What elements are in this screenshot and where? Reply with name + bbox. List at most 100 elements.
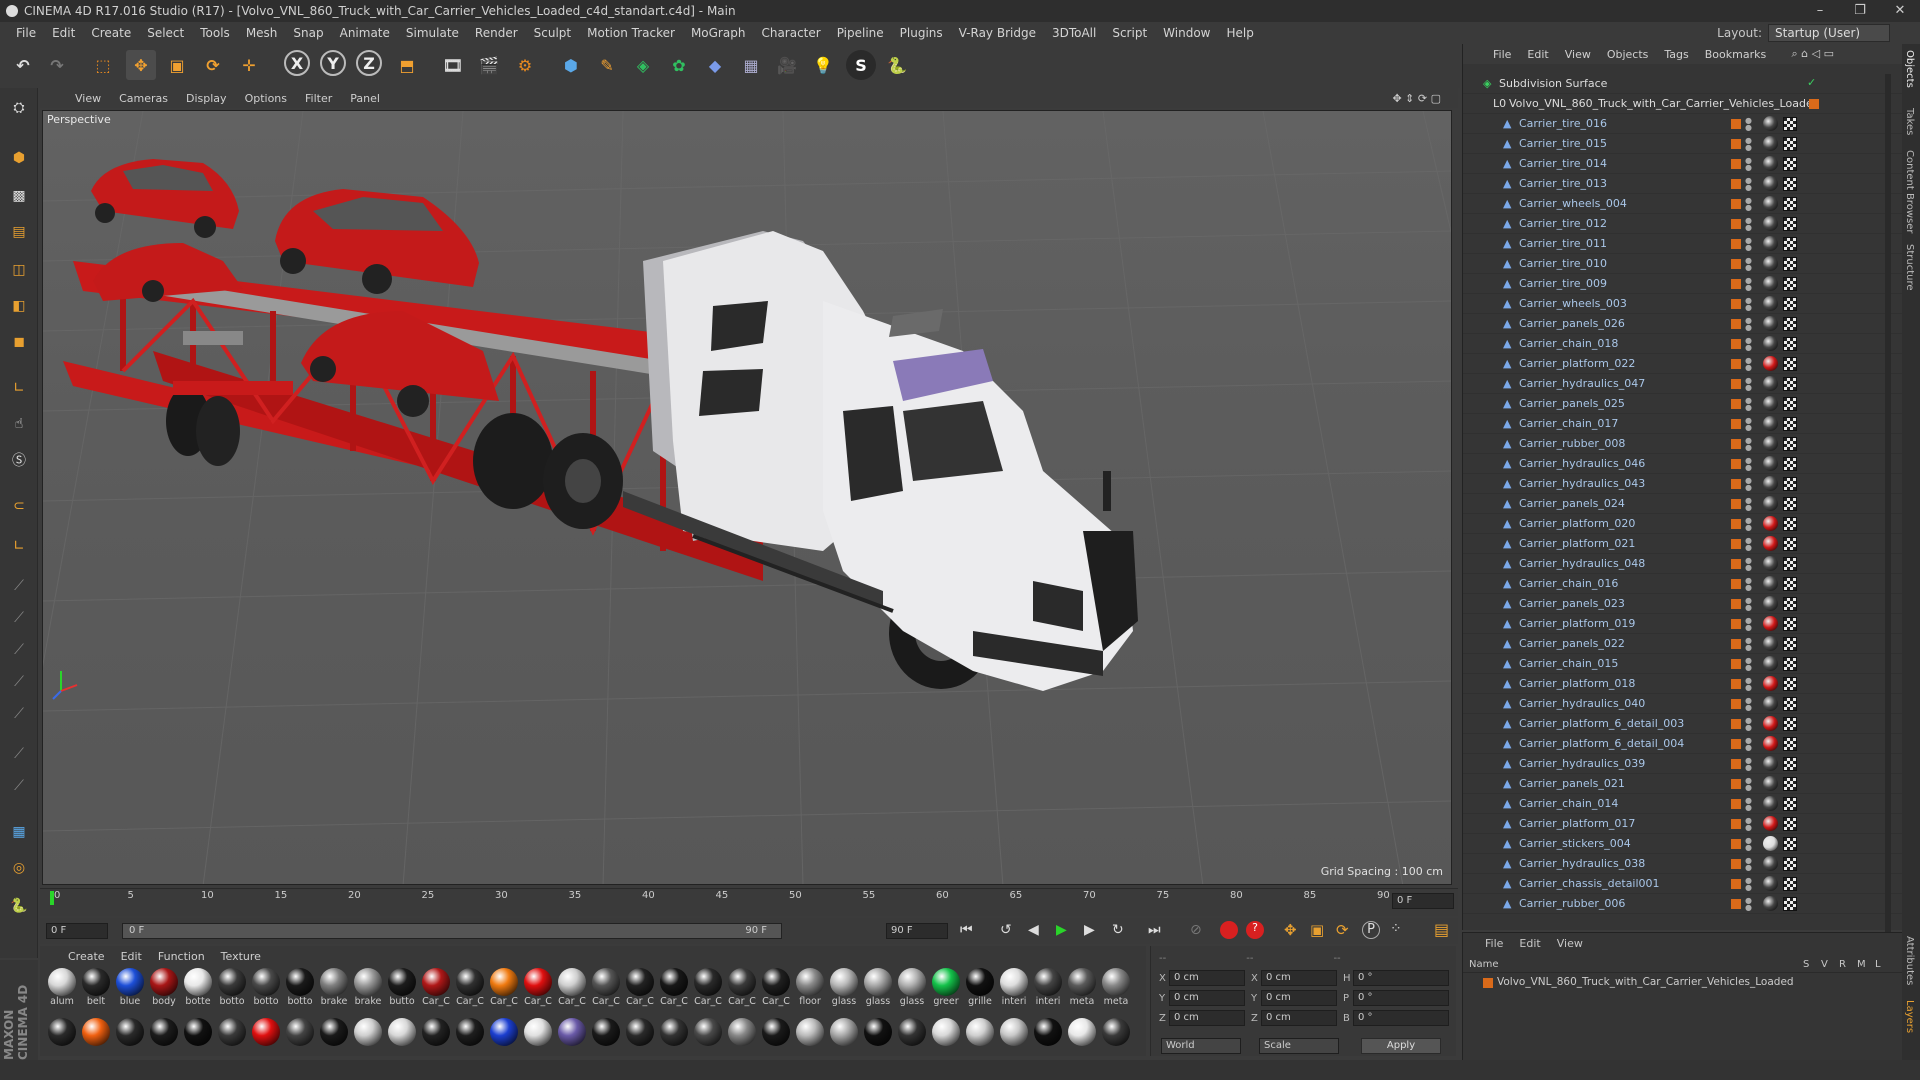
material-swatch[interactable] — [1032, 1018, 1064, 1058]
visibility-dots[interactable]: ● ● — [1745, 296, 1752, 311]
snap-icon[interactable]: Ⓢ — [5, 446, 33, 474]
visibility-dots[interactable]: ● ● — [1745, 656, 1752, 671]
visibility-dots[interactable]: ● ● — [1745, 276, 1752, 291]
material-tag-icon[interactable] — [1763, 576, 1778, 591]
material-swatch[interactable]: Car_C — [624, 968, 656, 1008]
object-layer-swatch[interactable] — [1731, 138, 1741, 149]
visibility-dots[interactable]: ● ● — [1745, 196, 1752, 211]
material-swatch[interactable] — [454, 1018, 486, 1058]
object-layer-swatch[interactable] — [1731, 718, 1741, 729]
material-tag-icon[interactable] — [1763, 116, 1778, 131]
brush-3-icon[interactable]: ⟋ — [5, 636, 33, 664]
obj-menu-objects[interactable]: Objects — [1599, 48, 1657, 61]
object-layer-swatch[interactable] — [1731, 478, 1741, 489]
object-layer-swatch[interactable] — [1731, 878, 1741, 889]
material-swatch[interactable]: belt — [80, 968, 112, 1008]
texture-tag-icon[interactable] — [1783, 296, 1797, 311]
object-layer-swatch[interactable] — [1731, 638, 1741, 649]
object-layer-swatch[interactable] — [1731, 678, 1741, 689]
material-swatch[interactable] — [794, 1018, 826, 1058]
object-row[interactable]: ▲ Carrier_rubber_006 ● ● — [1463, 894, 1903, 914]
menu-window[interactable]: Window — [1155, 26, 1218, 40]
object-row[interactable]: ▲ Carrier_tire_012 ● ● — [1463, 214, 1903, 234]
object-layer-swatch[interactable] — [1731, 198, 1741, 209]
texture-tag-icon[interactable] — [1783, 816, 1797, 831]
visibility-dots[interactable]: ● ● — [1745, 596, 1752, 611]
size-y-field[interactable]: 0 cm — [1261, 990, 1337, 1006]
object-layer-swatch[interactable] — [1731, 558, 1741, 569]
subdivision-icon[interactable]: ◈ — [628, 50, 658, 80]
object-row[interactable]: ▲ Carrier_hydraulics_047 ● ● — [1463, 374, 1903, 394]
texture-tag-icon[interactable] — [1783, 156, 1797, 171]
texture-tag-icon[interactable] — [1783, 456, 1797, 471]
mat-menu-texture[interactable]: Texture — [213, 950, 269, 963]
object-row[interactable]: ▲ Carrier_tire_011 ● ● — [1463, 234, 1903, 254]
mat-menu-function[interactable]: Function — [150, 950, 213, 963]
material-tag-icon[interactable] — [1763, 536, 1778, 551]
tab-objects[interactable]: Objects — [1904, 50, 1915, 88]
viewport-nav-icons[interactable]: ✥ ⇕ ⟳ ▢ — [1383, 92, 1450, 105]
material-swatch[interactable]: botto — [216, 968, 248, 1008]
object-row[interactable]: ▲ Carrier_tire_010 ● ● — [1463, 254, 1903, 274]
texture-tag-icon[interactable] — [1783, 616, 1797, 631]
material-tag-icon[interactable] — [1763, 716, 1778, 731]
menu-script[interactable]: Script — [1104, 26, 1155, 40]
brush-7-icon[interactable]: ⟋ — [5, 772, 33, 800]
go-to-end-icon[interactable]: ⏭ — [1148, 922, 1161, 938]
python-side-icon[interactable]: 🐍 — [5, 892, 33, 920]
render-view-icon[interactable]: 🎞 — [438, 50, 468, 80]
object-row[interactable]: ▲ Carrier_platform_021 ● ● — [1463, 534, 1903, 554]
deformer-icon[interactable]: ◆ — [700, 50, 730, 80]
visibility-dots[interactable]: ● ● — [1745, 756, 1752, 771]
menu-help[interactable]: Help — [1218, 26, 1261, 40]
object-root-row[interactable]: ◈ Subdivision Surface ✓ — [1463, 74, 1903, 94]
menu-3dtoall[interactable]: 3DToAll — [1044, 26, 1104, 40]
material-swatch[interactable]: botte — [182, 968, 214, 1008]
material-tag-icon[interactable] — [1763, 436, 1778, 451]
obj-menu-file[interactable]: File — [1485, 48, 1519, 61]
object-layer-swatch[interactable] — [1731, 778, 1741, 789]
scale-icon[interactable]: ▣ — [162, 50, 192, 80]
transform-icon[interactable]: ✛ — [234, 50, 264, 80]
material-swatch[interactable] — [216, 1018, 248, 1058]
rot-h-field[interactable]: 0 ° — [1353, 970, 1449, 986]
size-x-field[interactable]: 0 cm — [1261, 970, 1337, 986]
texture-tag-icon[interactable] — [1783, 176, 1797, 191]
material-swatch[interactable] — [760, 1018, 792, 1058]
visibility-dots[interactable]: ● ● — [1745, 776, 1752, 791]
menu-vray-bridge[interactable]: V-Ray Bridge — [951, 26, 1044, 40]
menu-edit[interactable]: Edit — [44, 26, 83, 40]
next-frame-icon[interactable]: ▶ — [1084, 922, 1095, 938]
texture-mode-icon[interactable]: ▩ — [5, 182, 33, 210]
menu-motion-tracker[interactable]: Motion Tracker — [579, 26, 683, 40]
material-swatch[interactable]: grille — [964, 968, 996, 1008]
material-swatch[interactable] — [1066, 1018, 1098, 1058]
object-row[interactable]: ▲ Carrier_tire_014 ● ● — [1463, 154, 1903, 174]
obj-search-icon[interactable]: ⌕ ⌂ ◁ ▭ — [1784, 47, 1843, 61]
make-editable-icon[interactable]: ⛭ — [5, 94, 33, 122]
layer-menu-edit[interactable]: Edit — [1519, 937, 1540, 950]
object-row[interactable]: ▲ Carrier_tire_015 ● ● — [1463, 134, 1903, 154]
material-swatch[interactable] — [658, 1018, 690, 1058]
material-swatch[interactable] — [352, 1018, 384, 1058]
python-icon[interactable]: 🐍 — [882, 50, 912, 80]
material-swatch[interactable] — [1100, 1018, 1132, 1058]
object-layer-swatch[interactable] — [1731, 238, 1741, 249]
texture-tag-icon[interactable] — [1783, 116, 1797, 131]
mat-menu-edit[interactable]: Edit — [113, 950, 150, 963]
polygons-mode-icon[interactable]: ◼ — [5, 328, 33, 356]
obj-menu-view[interactable]: View — [1557, 48, 1599, 61]
material-swatch[interactable]: botto — [284, 968, 316, 1008]
vp-menu-cameras[interactable]: Cameras — [110, 92, 177, 105]
object-row[interactable]: ▲ Carrier_panels_025 ● ● — [1463, 394, 1903, 414]
pos-y-field[interactable]: 0 cm — [1169, 990, 1245, 1006]
rot-b-field[interactable]: 0 ° — [1353, 1010, 1449, 1026]
obj-menu-edit[interactable]: Edit — [1519, 48, 1556, 61]
root-check-icon[interactable]: ✓ — [1807, 76, 1816, 89]
play-icon[interactable]: ▶ — [1056, 922, 1067, 938]
texture-tag-icon[interactable] — [1783, 436, 1797, 451]
cube-icon[interactable]: ⬢ — [556, 50, 586, 80]
object-row[interactable]: ▲ Carrier_panels_022 ● ● — [1463, 634, 1903, 654]
object-row[interactable]: ▲ Carrier_hydraulics_048 ● ● — [1463, 554, 1903, 574]
material-swatch[interactable]: alum — [46, 968, 78, 1008]
